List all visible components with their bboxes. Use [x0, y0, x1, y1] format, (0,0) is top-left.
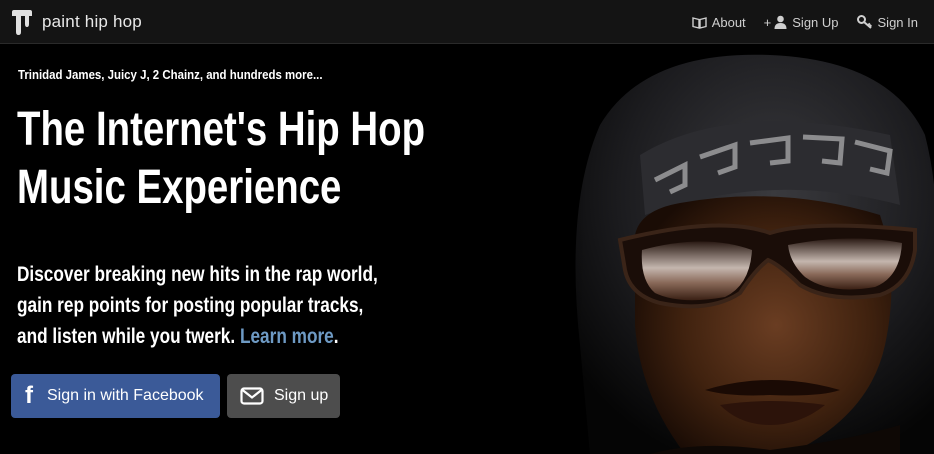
top-navbar: paint hip hop About + Sign Up Sign In	[0, 0, 934, 44]
hero-tagline: Discover breaking new hits in the rap wo…	[17, 259, 378, 352]
facebook-signin-button[interactable]: f Sign in with Facebook	[11, 374, 220, 418]
hero-section: Trinidad James, Juicy J, 2 Chainz, and h…	[0, 45, 934, 454]
headline-line-2: Music Experience	[17, 161, 342, 214]
tagline-line-2: gain rep points for posting popular trac…	[17, 294, 364, 317]
brand-name: paint hip hop	[42, 11, 142, 31]
envelope-icon	[240, 387, 264, 405]
headline-line-1: The Internet's Hip Hop	[17, 103, 426, 156]
nav-signup-link[interactable]: + Sign Up	[764, 15, 839, 30]
book-icon	[691, 16, 707, 29]
nav-links: About + Sign Up Sign In	[674, 0, 918, 44]
learn-more-link[interactable]: Learn more	[240, 325, 334, 348]
hero-portrait-image	[470, 45, 934, 454]
signup-button-label: Sign up	[274, 387, 329, 404]
nav-signin-label: Sign In	[877, 14, 918, 30]
tagline-line-3: and listen while you twerk.	[17, 325, 236, 348]
user-icon	[774, 15, 787, 29]
signup-button[interactable]: Sign up	[227, 374, 340, 418]
nav-about-link[interactable]: About	[691, 14, 746, 30]
tagline-line-1: Discover breaking new hits in the rap wo…	[17, 263, 378, 286]
plus-icon: +	[763, 14, 772, 30]
tagline-period: .	[333, 325, 339, 348]
facebook-signin-label: Sign in with Facebook	[47, 387, 204, 404]
hero-kicker: Trinidad James, Juicy J, 2 Chainz, and h…	[18, 67, 323, 82]
paint-drip-logo-icon	[12, 9, 32, 35]
nav-about-label: About	[711, 14, 746, 30]
brand-home-link[interactable]: paint hip hop	[10, 8, 142, 36]
hero-headline: The Internet's Hip Hop Music Experience	[17, 101, 425, 217]
nav-signup-label: Sign Up	[792, 14, 839, 30]
key-icon	[856, 15, 872, 29]
nav-signin-link[interactable]: Sign In	[856, 14, 918, 30]
facebook-icon: f	[25, 382, 33, 409]
